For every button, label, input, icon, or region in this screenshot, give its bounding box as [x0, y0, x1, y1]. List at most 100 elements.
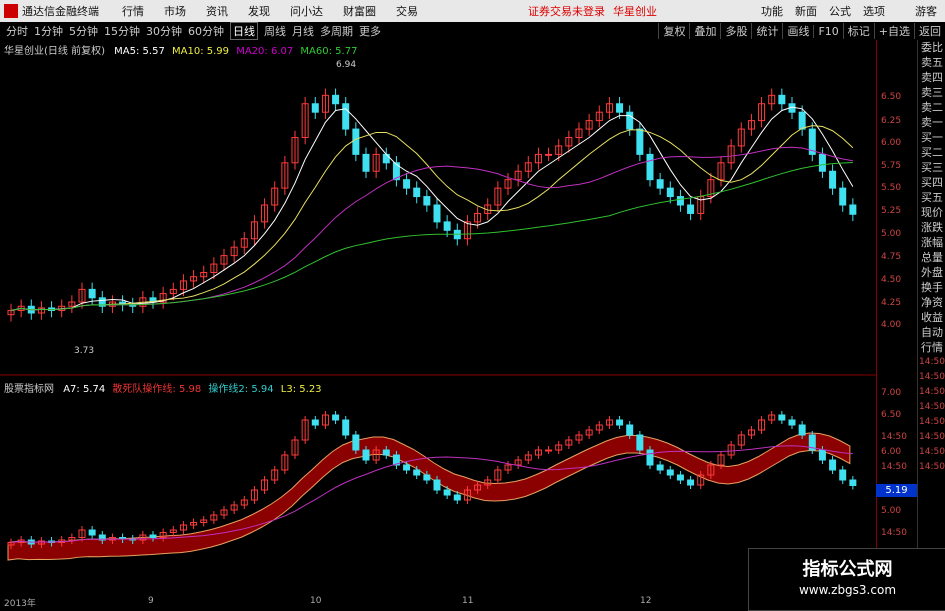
watermark-url: www.zbgs3.com: [798, 583, 897, 597]
tf-1min[interactable]: 1分钟: [34, 23, 63, 39]
lower-candle-body: [626, 424, 634, 436]
quote-panel-item[interactable]: 买五: [918, 190, 945, 205]
overlay-button[interactable]: 叠加: [689, 23, 720, 39]
formula-menu[interactable]: 公式: [829, 3, 851, 19]
quote-panel-item[interactable]: 外盘: [918, 265, 945, 280]
quote-panel-item[interactable]: 净资: [918, 295, 945, 310]
upper-candle-body: [413, 187, 421, 198]
tf-30min[interactable]: 30分钟: [146, 23, 182, 39]
quote-panel-item[interactable]: 自动: [918, 325, 945, 340]
quote-panel-item[interactable]: 卖三: [918, 85, 945, 100]
quote-panel-item[interactable]: 买四: [918, 175, 945, 190]
date-label: 12: [640, 596, 652, 606]
tf-5min[interactable]: 5分钟: [69, 23, 98, 39]
tf-monthly[interactable]: 月线: [292, 23, 314, 39]
stats-button[interactable]: 统计: [751, 23, 782, 39]
menu-discover[interactable]: 发现: [248, 3, 270, 19]
tf-intraday[interactable]: 分时: [6, 23, 28, 39]
quote-panel-item[interactable]: 买三: [918, 160, 945, 175]
quote-panel-item[interactable]: 卖一: [918, 115, 945, 130]
quote-panel-item[interactable]: 总量: [918, 250, 945, 265]
menu-market[interactable]: 市场: [164, 3, 186, 19]
axis-tick: 6.25: [881, 116, 902, 126]
quote-panel-item[interactable]: 买二: [918, 145, 945, 160]
lower-candle-body: [453, 494, 461, 501]
tf-60min[interactable]: 60分钟: [188, 23, 224, 39]
quote-panel-item[interactable]: 卖二: [918, 100, 945, 115]
menu-quotes[interactable]: 行情: [122, 3, 144, 19]
lower-candle-body: [818, 449, 826, 461]
tf-more[interactable]: 更多: [359, 23, 381, 39]
l3-label: L3: 5.23: [280, 384, 322, 395]
lower-candle-body: [656, 464, 664, 471]
quote-panel-item[interactable]: 14:50: [918, 370, 945, 385]
chart-area[interactable]: 华星创业(日线 前复权) MA5: 5.57 MA10: 5.99 MA20: …: [0, 40, 876, 595]
axis-tick: 5.25: [881, 206, 902, 216]
add-watchlist-button[interactable]: +自选: [873, 23, 914, 39]
kline-chart[interactable]: [0, 40, 876, 595]
menu-news[interactable]: 资讯: [206, 3, 228, 19]
quote-panel-item[interactable]: 14:50: [918, 415, 945, 430]
upper-candle-body: [88, 288, 96, 299]
lower-legend: 股票指标网 A7: 5.74 散死队操作线: 5.98 操作线2: 5.94 L…: [4, 380, 322, 395]
quote-panel-item[interactable]: 委比: [918, 40, 945, 55]
mark-button[interactable]: 标记: [842, 23, 874, 39]
tf-15min[interactable]: 15分钟: [104, 23, 140, 39]
quote-panel-item[interactable]: 14:50: [918, 400, 945, 415]
upper-candle-body: [545, 153, 553, 156]
axis-tick: 14:50: [881, 462, 907, 472]
tf-weekly[interactable]: 周线: [264, 23, 286, 39]
upper-candle-body: [311, 103, 319, 113]
upper-candle-body: [676, 196, 684, 206]
quote-panel-item[interactable]: 卖五: [918, 55, 945, 70]
quote-panel-item[interactable]: 换手: [918, 280, 945, 295]
f10-button[interactable]: F10: [813, 24, 842, 38]
draw-button[interactable]: 画线: [782, 23, 813, 39]
menu-trade[interactable]: 交易: [396, 3, 418, 19]
login-notice[interactable]: 证券交易未登录: [528, 3, 605, 19]
back-button[interactable]: 返回: [914, 23, 945, 39]
app-name: 通达信金融终端: [22, 5, 99, 18]
upper-candle-body: [636, 128, 644, 155]
upper-candle-body: [839, 187, 847, 206]
quote-panel-item[interactable]: 涨跌: [918, 220, 945, 235]
tf-multi[interactable]: 多周期: [320, 23, 353, 39]
quote-panel-item[interactable]: 收益: [918, 310, 945, 325]
stock-name: 华星创业(日线 前复权): [4, 46, 105, 57]
high-price-label: 6.94: [336, 60, 357, 70]
axis-tick: 14:50: [881, 432, 907, 442]
axis-tick: 6.50: [881, 92, 902, 102]
new-layout-menu[interactable]: 新面: [795, 3, 817, 19]
quote-panel-item[interactable]: 行情: [918, 340, 945, 355]
quote-panel-item[interactable]: 买一: [918, 130, 945, 145]
guest-label[interactable]: 游客: [915, 3, 937, 19]
quote-panel-item[interactable]: 现价: [918, 205, 945, 220]
line1-label: 散死队操作线: 5.98: [112, 384, 202, 395]
quote-panel-item[interactable]: 卖四: [918, 70, 945, 85]
function-menu[interactable]: 功能: [761, 3, 783, 19]
quote-panel-item[interactable]: 14:50: [918, 430, 945, 445]
upper-candle-body: [687, 204, 695, 214]
quote-panel-item[interactable]: 涨幅: [918, 235, 945, 250]
date-label: 9: [148, 596, 154, 606]
upper-candle-body: [626, 111, 634, 130]
lower-candle-body: [666, 469, 674, 476]
quote-panel-item[interactable]: 14:50: [918, 445, 945, 460]
upper-candle-body: [403, 179, 411, 189]
upper-candle-body: [332, 94, 340, 105]
upper-candle-body: [778, 94, 786, 105]
indicator-band: [7, 432, 851, 561]
quote-panel-item[interactable]: 14:50: [918, 355, 945, 370]
broker-name: 华星创业: [613, 5, 657, 18]
quote-panel-item[interactable]: 14:50: [918, 460, 945, 475]
quote-panel-item[interactable]: 14:50: [918, 385, 945, 400]
menu-ask[interactable]: 问小达: [290, 3, 323, 19]
adjust-button[interactable]: 复权: [658, 23, 689, 39]
watermark-title: 指标公式网: [802, 559, 893, 580]
menu-wealth[interactable]: 财富圈: [343, 3, 376, 19]
multi-stock-button[interactable]: 多股: [720, 23, 751, 39]
tf-daily[interactable]: 日线: [230, 22, 258, 40]
options-menu[interactable]: 选项: [863, 3, 885, 19]
upper-candle-body: [352, 128, 360, 155]
upper-candle-body: [798, 111, 806, 130]
